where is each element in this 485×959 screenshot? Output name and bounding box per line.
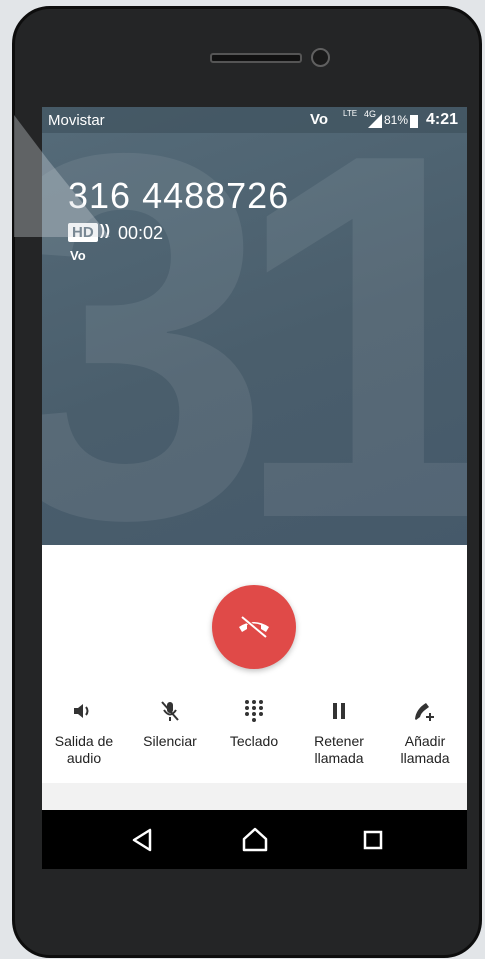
hd-callout-pointer — [14, 115, 110, 237]
